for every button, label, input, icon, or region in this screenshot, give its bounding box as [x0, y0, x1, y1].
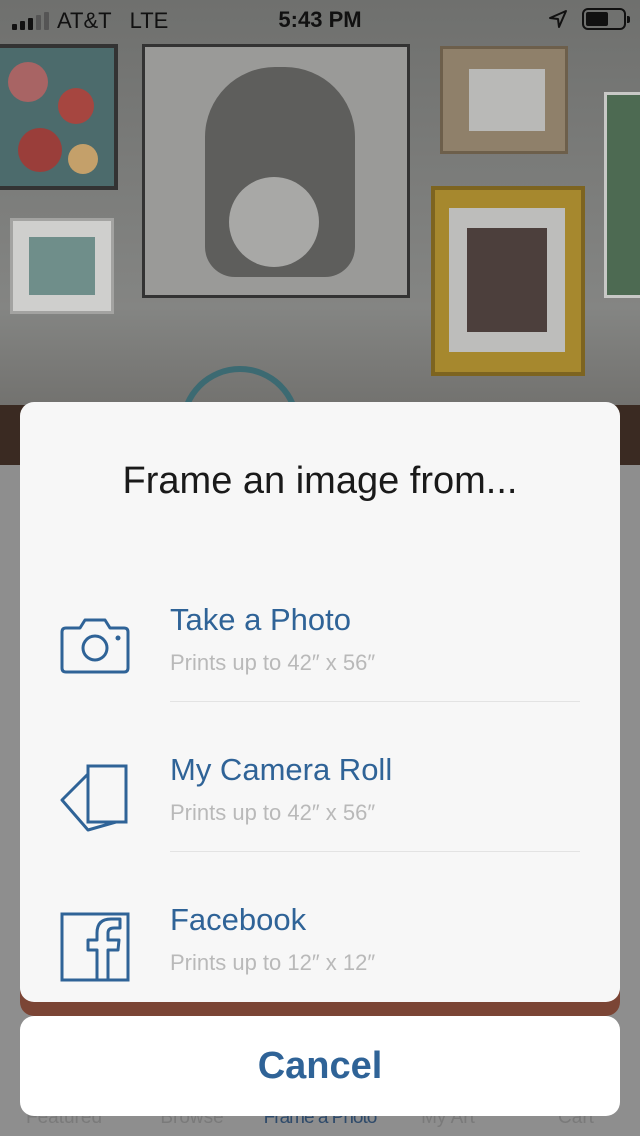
option-label: Facebook — [170, 902, 307, 937]
sheet-title: Frame an image from... — [122, 460, 518, 502]
option-subtitle: Prints up to 42″ x 56″ — [170, 800, 376, 825]
child-with-puppy-photo — [142, 44, 410, 298]
photos-stack-icon — [60, 764, 128, 832]
battery-icon — [582, 8, 630, 30]
small-framed-painting — [10, 218, 114, 314]
option-camera-roll[interactable]: My Camera Roll Prints up to 42″ x 56″ — [20, 712, 620, 862]
option-label: Take a Photo — [170, 602, 351, 637]
couple-photo-frame — [440, 46, 568, 154]
location-arrow-icon — [549, 10, 567, 28]
status-bar: AT&T LTE 5:43 PM — [0, 0, 640, 40]
option-take-photo[interactable]: Take a Photo Prints up to 42″ x 56″ — [20, 562, 620, 712]
divider — [170, 851, 580, 852]
gallery-wall-image — [0, 0, 640, 446]
cropped-painting — [604, 92, 640, 298]
divider — [170, 701, 580, 702]
clock: 5:43 PM — [278, 7, 362, 32]
gold-framed-wedding-photo — [431, 186, 585, 376]
camera-icon — [60, 618, 130, 674]
option-facebook[interactable]: Facebook Prints up to 12″ x 12″ — [20, 862, 620, 1002]
option-subtitle: Prints up to 12″ x 12″ — [170, 950, 376, 975]
option-subtitle: Prints up to 42″ x 56″ — [170, 650, 376, 675]
frame-source-sheet: Frame an image from... Take a Photo Prin… — [20, 402, 620, 1002]
option-label: My Camera Roll — [170, 752, 393, 787]
floral-painting — [0, 44, 118, 190]
cancel-button[interactable]: Cancel — [20, 1016, 620, 1116]
facebook-icon — [60, 912, 130, 982]
